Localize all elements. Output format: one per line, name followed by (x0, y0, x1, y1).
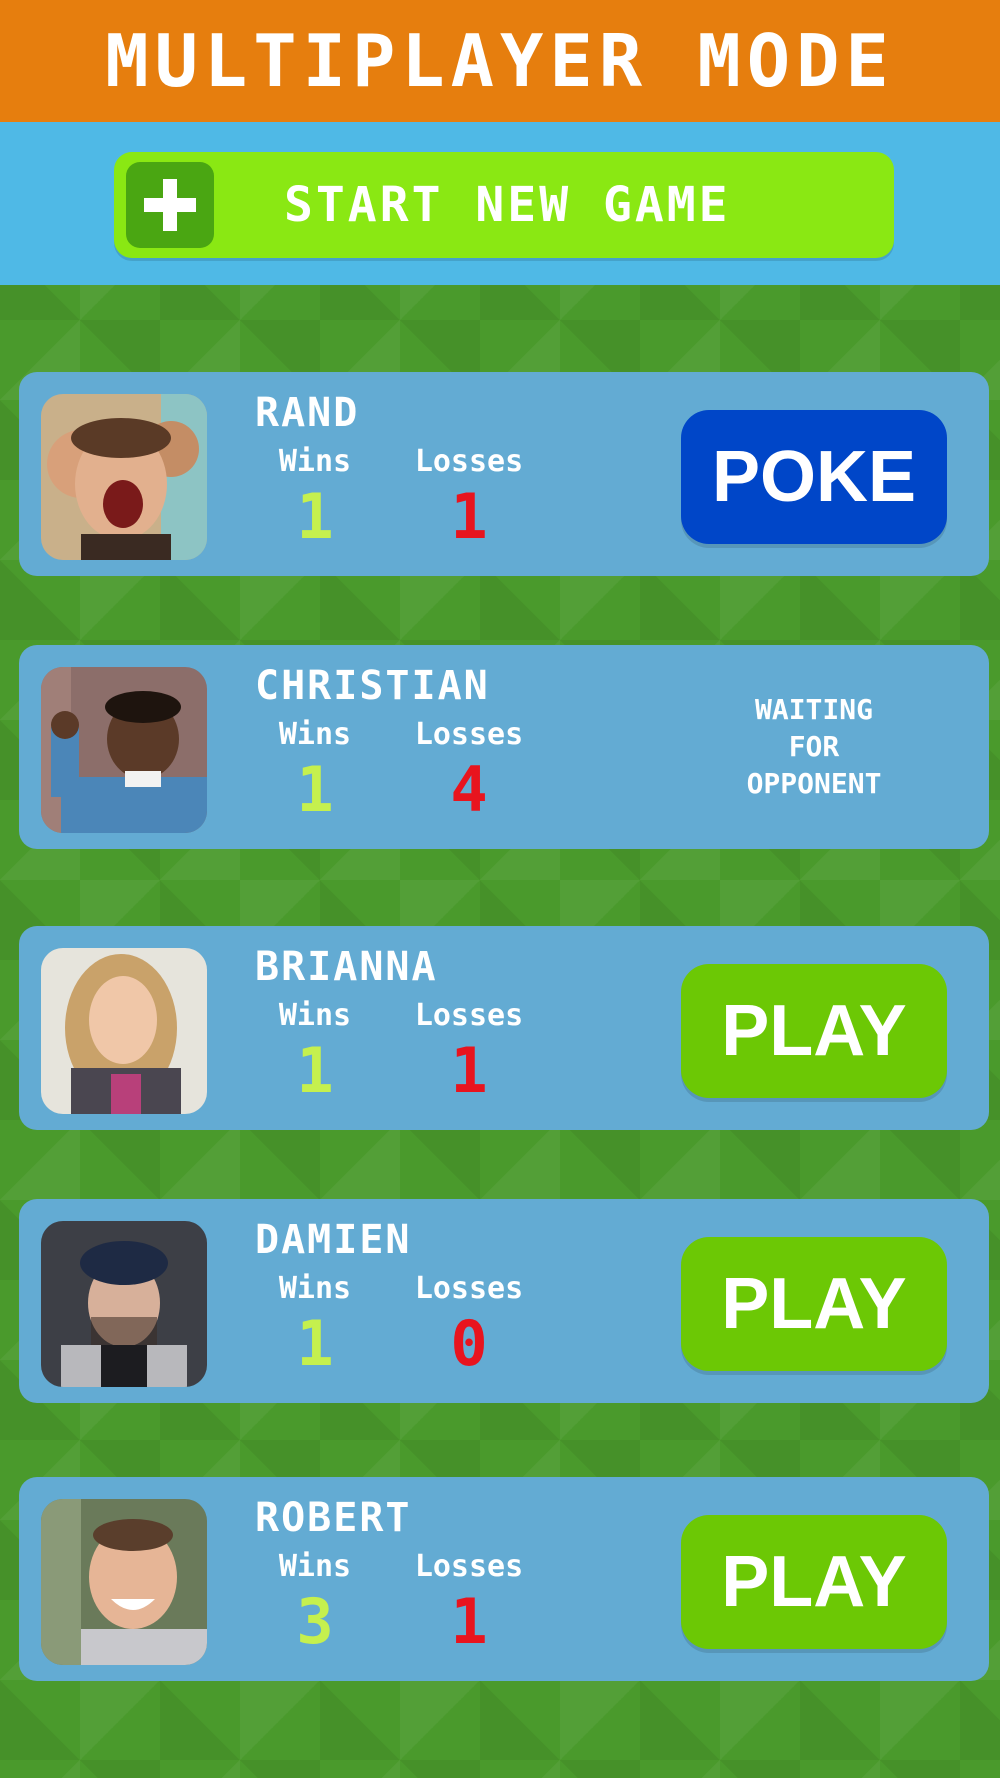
wins-label: Wins (278, 1271, 352, 1306)
avatar (41, 1499, 207, 1665)
player-card-brianna: BRIANNA Wins Losses 1 1 PLAY (19, 926, 989, 1130)
wins-value: 1 (296, 1034, 334, 1107)
wins-label: Wins (278, 444, 352, 479)
play-button[interactable]: PLAY (681, 964, 947, 1098)
losses-value: 1 (450, 1585, 488, 1658)
play-button[interactable]: PLAY (681, 1237, 947, 1371)
losses-value: 4 (450, 753, 488, 826)
losses-label: Losses (414, 444, 524, 479)
waiting-status: WAITING FOR OPPONENT (746, 693, 882, 800)
losses-label: Losses (414, 717, 524, 752)
avatar-woman (41, 948, 207, 1114)
wins-value: 1 (296, 1307, 334, 1380)
player-card-rand: RAND Wins Losses 1 1 POKE (19, 372, 989, 576)
wins-label: Wins (278, 1549, 352, 1584)
wins-value: 1 (296, 480, 334, 553)
losses-label: Losses (414, 1271, 524, 1306)
player-name: ROBERT (255, 1495, 412, 1541)
wins-value: 3 (296, 1585, 334, 1658)
player-card-christian: CHRISTIAN Wins Losses 1 4 WAITING FOR OP… (19, 645, 989, 849)
wins-value: 1 (296, 753, 334, 826)
player-name: BRIANNA (255, 944, 438, 990)
player-name: RAND (255, 390, 360, 436)
plus-icon (126, 162, 214, 248)
start-new-game-button[interactable]: START NEW GAME (114, 152, 894, 258)
avatar-man-smile (41, 1499, 207, 1665)
avatar-child (41, 667, 207, 833)
wins-label: Wins (278, 998, 352, 1033)
poke-button[interactable]: POKE (681, 410, 947, 544)
avatar-man-cap (41, 1221, 207, 1387)
losses-label: Losses (414, 1549, 524, 1584)
player-name: DAMIEN (255, 1217, 412, 1263)
losses-value: 1 (450, 480, 488, 553)
losses-value: 0 (450, 1307, 488, 1380)
play-button[interactable]: PLAY (681, 1515, 947, 1649)
avatar (41, 948, 207, 1114)
avatar (41, 667, 207, 833)
wins-label: Wins (278, 717, 352, 752)
player-card-robert: ROBERT Wins Losses 3 1 PLAY (19, 1477, 989, 1681)
start-new-game-label: START NEW GAME (284, 177, 731, 233)
losses-value: 1 (450, 1034, 488, 1107)
page-title: MULTIPLAYER MODE (105, 19, 895, 103)
avatar (41, 394, 207, 560)
losses-label: Losses (414, 998, 524, 1033)
avatar (41, 1221, 207, 1387)
start-game-bar: START NEW GAME (0, 122, 1000, 285)
player-name: CHRISTIAN (255, 663, 490, 709)
avatar-group-selfie (41, 394, 207, 560)
header-bar: MULTIPLAYER MODE (0, 0, 1000, 122)
player-card-damien: DAMIEN Wins Losses 1 0 PLAY (19, 1199, 989, 1403)
